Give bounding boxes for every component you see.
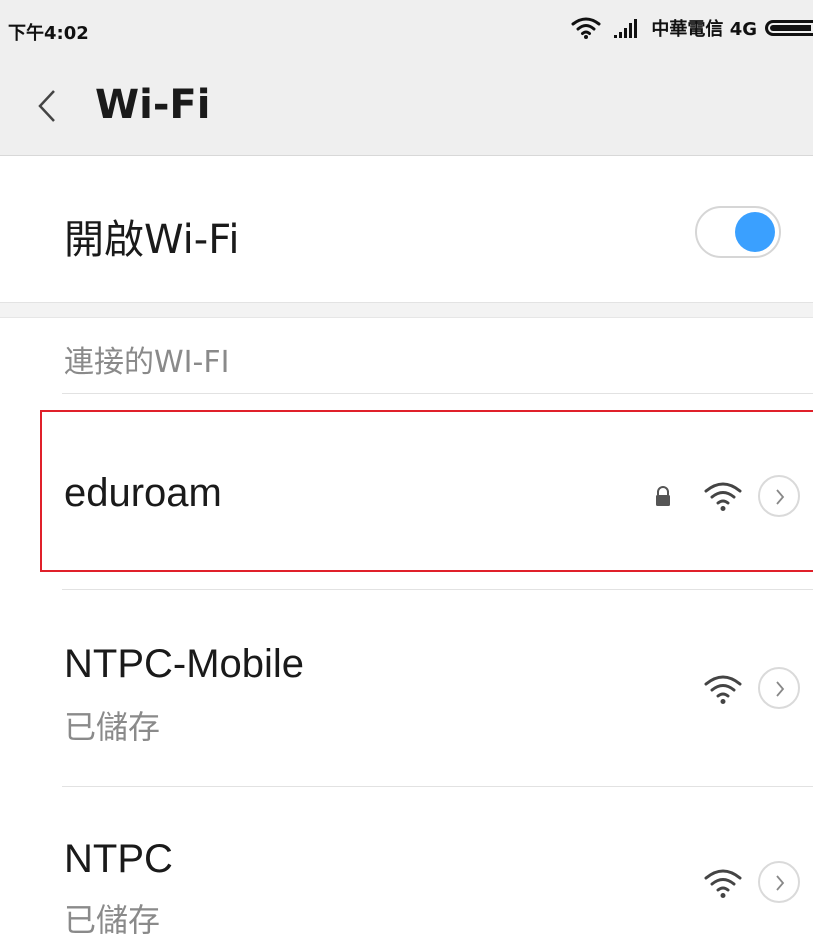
divider: [62, 393, 813, 394]
wifi-switch[interactable]: [695, 206, 781, 258]
section-gap: [0, 302, 813, 318]
chevron-right-icon: [776, 489, 785, 505]
network-details-button[interactable]: [758, 475, 800, 517]
status-bar: 下午4:02 中華電信 4G: [0, 0, 813, 56]
wifi-signal-icon: [703, 867, 743, 899]
app-header: Wi-Fi: [0, 56, 813, 156]
carrier-label: 中華電信 4G: [651, 19, 757, 40]
status-time: 下午4:02: [8, 23, 89, 44]
status-indicators: 中華電信 4G: [571, 16, 813, 40]
network-row-ntpc[interactable]: NTPC 已儲存: [0, 787, 813, 939]
wifi-signal-icon: [703, 480, 743, 512]
cellular-signal-icon: [613, 18, 639, 38]
network-name: NTPC-Mobile: [64, 642, 305, 686]
chevron-right-icon: [776, 875, 785, 891]
network-details-button[interactable]: [758, 667, 800, 709]
page-title: Wi-Fi: [95, 82, 211, 128]
network-status: 已儲存: [64, 901, 161, 939]
network-name: NTPC: [64, 837, 173, 881]
network-status: 已儲存: [64, 708, 161, 746]
network-name: eduroam: [64, 471, 222, 515]
wifi-status-icon: [571, 17, 601, 39]
section-header: 連接的WI-FI: [64, 345, 230, 380]
wifi-toggle-label: 開啟Wi-Fi: [64, 217, 240, 263]
back-chevron-icon[interactable]: [36, 88, 58, 124]
network-details-button[interactable]: [758, 861, 800, 903]
wifi-signal-icon: [703, 673, 743, 705]
switch-knob: [735, 212, 775, 252]
chevron-right-icon: [776, 681, 785, 697]
network-row-ntpc-mobile[interactable]: NTPC-Mobile 已儲存: [0, 590, 813, 785]
battery-icon: [765, 20, 813, 36]
lock-icon: [653, 485, 673, 507]
wifi-toggle-row[interactable]: 開啟Wi-Fi: [0, 157, 813, 302]
network-row-eduroam[interactable]: eduroam: [0, 411, 813, 571]
